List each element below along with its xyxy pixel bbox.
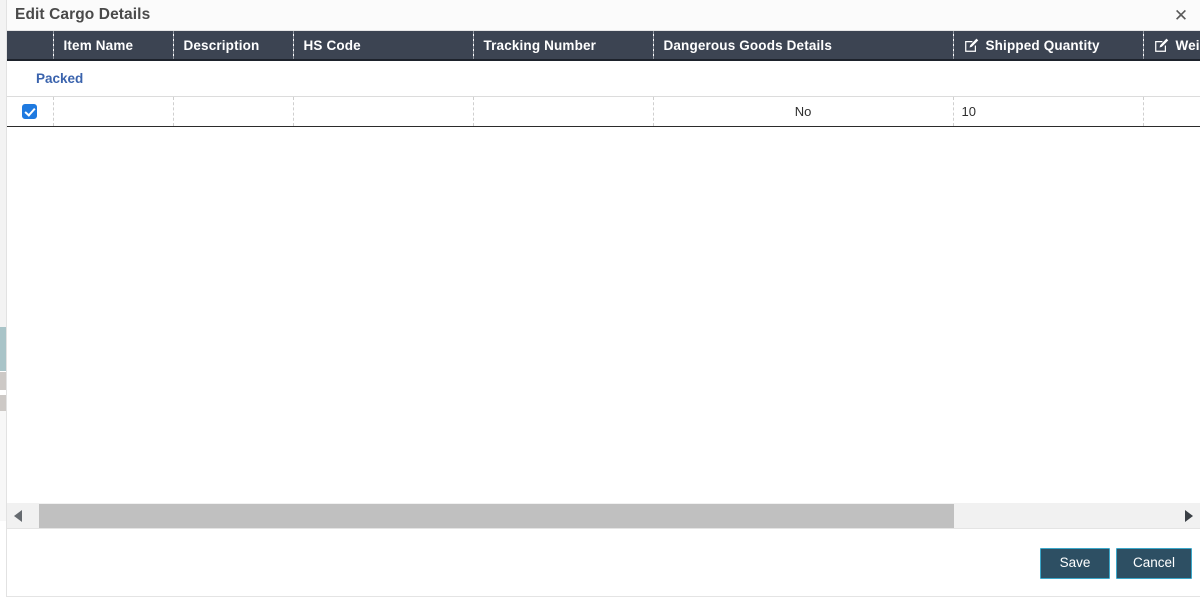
column-header-label: Tracking Number [483,37,597,53]
column-header-label: Dangerous Goods Details [663,37,832,53]
cell-shipped_qty[interactable]: 10 [953,95,1144,127]
cell-hs_code[interactable] [293,95,474,127]
edit-cargo-details-dialog: Edit Cargo Details ✕ Item Name Descriptio… [6,0,1200,597]
table-row[interactable]: No 10 [7,95,1200,127]
horizontal-scrollbar-track[interactable] [29,502,1178,528]
cargo-grid-header: Item Name Description HS Code Tracking Numb… [7,31,1200,61]
group-row-label: Packed [36,70,84,86]
column-header-label: Item Name [63,37,134,53]
close-icon[interactable]: ✕ [1170,4,1192,26]
column-header-label: Shipped Quantity [985,37,1100,53]
edit-icon [964,38,979,53]
dialog-title: Edit Cargo Details [15,6,151,23]
edit-icon [1154,38,1169,53]
column-header-shipped_qty[interactable]: Shipped Quantity [953,31,1144,61]
row-select-checkbox[interactable] [22,104,38,120]
cargo-grid-scroll-viewport[interactable]: Item Name Description HS Code Tracking Numb… [7,31,1200,502]
column-header-dg_details[interactable]: Dangerous Goods Details [653,31,954,61]
column-header-select[interactable] [7,31,54,61]
group-row[interactable]: Packed [7,60,1200,96]
save-button[interactable]: Save [1039,547,1110,579]
column-header-description[interactable]: Description [173,31,294,61]
horizontal-scrollbar-thumb[interactable] [39,503,954,528]
cell-tracking[interactable] [473,95,654,127]
cargo-grid-header-row: Item Name Description HS Code Tracking Numb… [7,31,1200,61]
column-header-weight[interactable]: Weigh [1143,31,1200,61]
chevron-right-icon[interactable] [1178,502,1200,528]
cell-description[interactable] [173,95,294,127]
column-header-label: HS Code [303,37,361,53]
column-header-label: Weigh [1175,37,1200,53]
cell-weight[interactable] [1143,95,1200,127]
column-header-label: Description [183,37,260,53]
dialog-titlebar: Edit Cargo Details ✕ [7,0,1200,31]
column-header-item_name[interactable]: Item Name [53,31,174,61]
cargo-grid-region: Item Name Description HS Code Tracking Numb… [7,31,1200,528]
cell-item_name[interactable] [53,95,174,127]
cell-dg_details[interactable]: No [653,95,954,127]
horizontal-scrollbar[interactable] [7,502,1200,528]
cargo-grid: Item Name Description HS Code Tracking Numb… [7,31,1200,127]
column-header-hs_code[interactable]: HS Code [293,31,474,61]
chevron-left-icon[interactable] [7,502,29,528]
cell-select[interactable] [7,95,54,127]
column-header-tracking[interactable]: Tracking Number [473,31,654,61]
dialog-footer: Save Cancel [7,528,1200,597]
cancel-button[interactable]: Cancel [1115,547,1192,579]
cargo-grid-body: Packed No 10 [7,60,1200,127]
